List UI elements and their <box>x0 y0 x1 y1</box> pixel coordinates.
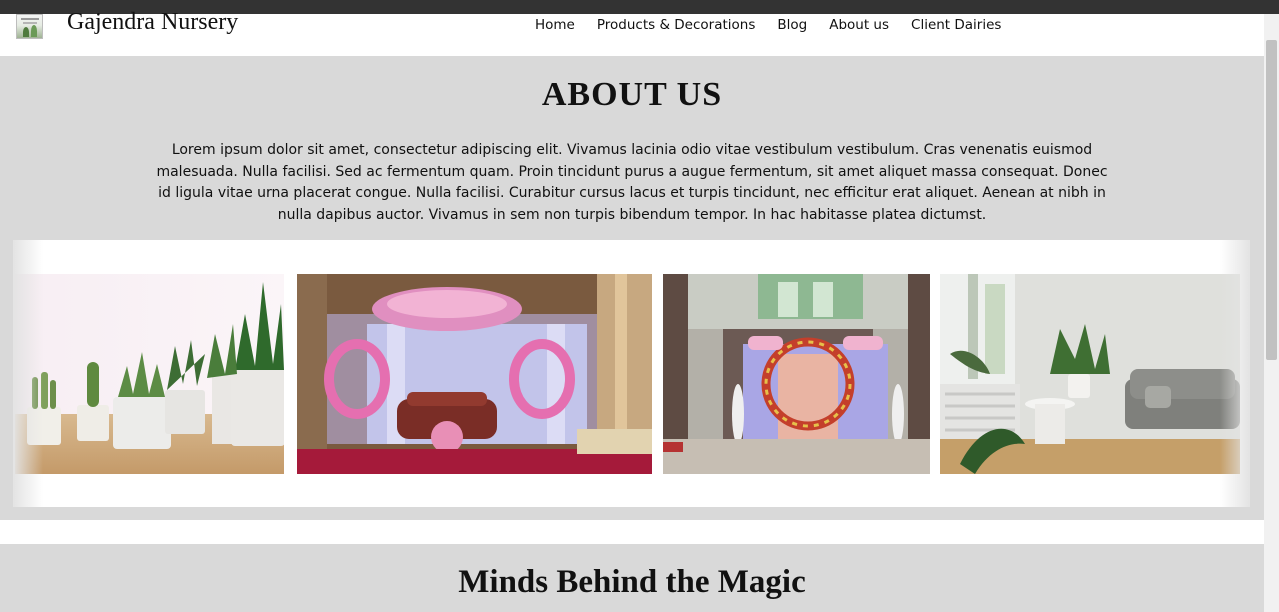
nursery-logo[interactable] <box>16 14 43 39</box>
about-section: ABOUT US Lorem ipsum dolor sit amet, con… <box>0 56 1264 520</box>
gallery-fade-right <box>1220 240 1250 507</box>
image-gallery <box>13 240 1250 507</box>
scrollbar-thumb[interactable] <box>1266 40 1277 360</box>
nav-blog[interactable]: Blog <box>777 17 807 33</box>
page-scrollbar[interactable] <box>1264 14 1279 612</box>
nav-home[interactable]: Home <box>535 17 575 33</box>
about-heading: ABOUT US <box>541 76 723 113</box>
nav-about-us[interactable]: About us <box>829 17 889 33</box>
section-divider <box>0 520 1264 544</box>
site-brand-name[interactable]: Gajendra Nursery <box>67 9 238 36</box>
floral-stage-decoration-photo <box>297 274 652 474</box>
nav-client-dairies[interactable]: Client Dairies <box>911 17 1001 33</box>
about-description: Lorem ipsum dolor sit amet, consectetur … <box>156 142 1108 223</box>
living-room-plants-photo <box>940 274 1240 474</box>
gallery-fade-left <box>13 240 43 507</box>
site-header: Gajendra Nursery Home Products & Decorat… <box>0 9 1264 56</box>
potted-succulents-photo <box>15 274 284 474</box>
floral-arch-entrance-photo <box>663 274 930 474</box>
nav-products-decorations[interactable]: Products & Decorations <box>597 17 756 33</box>
team-section: Minds Behind the Magic <box>0 544 1264 612</box>
team-heading: Minds Behind the Magic <box>458 564 806 600</box>
main-navigation: Home Products & Decorations Blog About u… <box>535 17 1001 33</box>
